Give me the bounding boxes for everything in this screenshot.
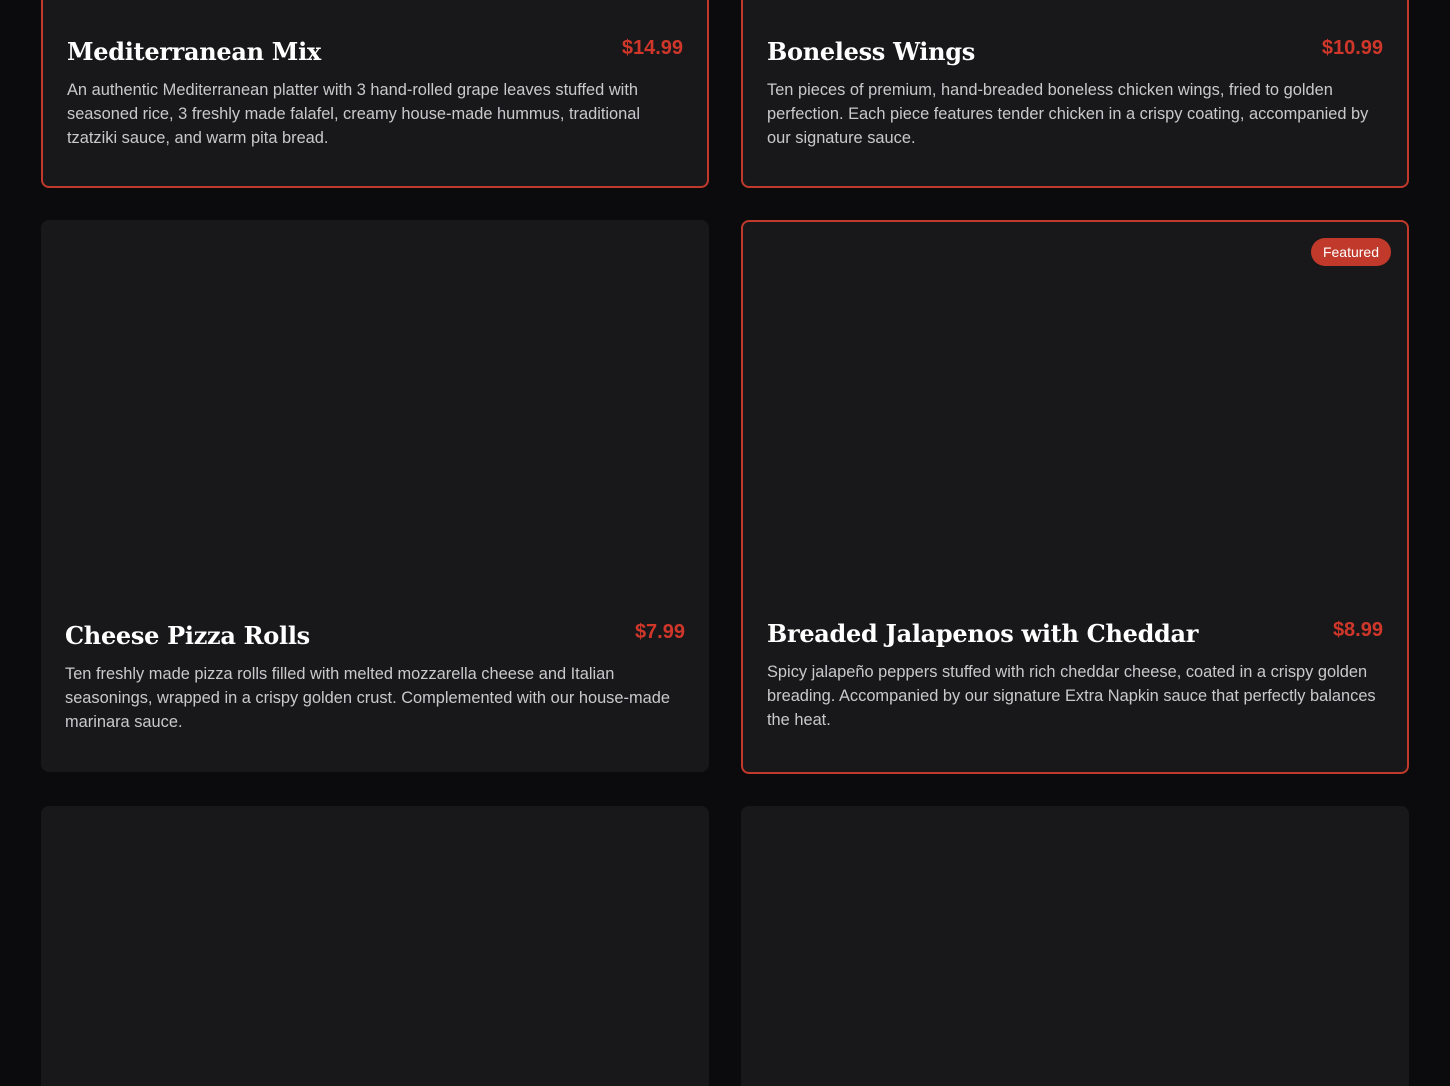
item-description: Spicy jalapeño peppers stuffed with rich… — [767, 663, 1376, 729]
item-price: $8.99 — [1332, 619, 1383, 641]
menu-card[interactable] — [41, 806, 709, 1086]
card-body: Boneless Wings $10.99 Ten pieces of prem… — [767, 36, 1383, 150]
menu-card-breaded-jalapenos[interactable]: Featured Breaded Jalapenos with Cheddar … — [741, 220, 1409, 774]
item-description: An authentic Mediterranean platter with … — [67, 81, 641, 147]
item-description: Ten pieces of premium, hand-breaded bone… — [767, 81, 1369, 147]
card-header: Mediterranean Mix $14.99 — [67, 36, 683, 68]
item-title: Breaded Jalapenos with Cheddar — [767, 619, 1199, 648]
card-body: Breaded Jalapenos with Cheddar $8.99 Spi… — [767, 618, 1383, 732]
item-price: $10.99 — [1321, 37, 1383, 59]
item-title: Boneless Wings — [767, 37, 975, 66]
item-title: Cheese Pizza Rolls — [65, 621, 310, 650]
item-title: Mediterranean Mix — [67, 37, 321, 66]
card-header: Boneless Wings $10.99 — [767, 36, 1383, 68]
item-price: $14.99 — [621, 37, 683, 59]
card-body: Cheese Pizza Rolls $7.99 Ten freshly mad… — [65, 620, 685, 734]
card-body: Mediterranean Mix $14.99 An authentic Me… — [67, 36, 683, 150]
menu-grid: Mediterranean Mix $14.99 An authentic Me… — [0, 0, 1450, 1086]
menu-card-cheese-pizza-rolls[interactable]: Cheese Pizza Rolls $7.99 Ten freshly mad… — [41, 220, 709, 772]
item-price: $7.99 — [634, 621, 685, 643]
item-description: Ten freshly made pizza rolls filled with… — [65, 665, 670, 731]
menu-card[interactable] — [741, 806, 1409, 1086]
card-header: Cheese Pizza Rolls $7.99 — [65, 620, 685, 652]
menu-card-mediterranean-mix[interactable]: Mediterranean Mix $14.99 An authentic Me… — [41, 0, 709, 188]
menu-card-boneless-wings[interactable]: Boneless Wings $10.99 Ten pieces of prem… — [741, 0, 1409, 188]
card-header: Breaded Jalapenos with Cheddar $8.99 — [767, 618, 1383, 650]
featured-badge: Featured — [1310, 238, 1391, 266]
